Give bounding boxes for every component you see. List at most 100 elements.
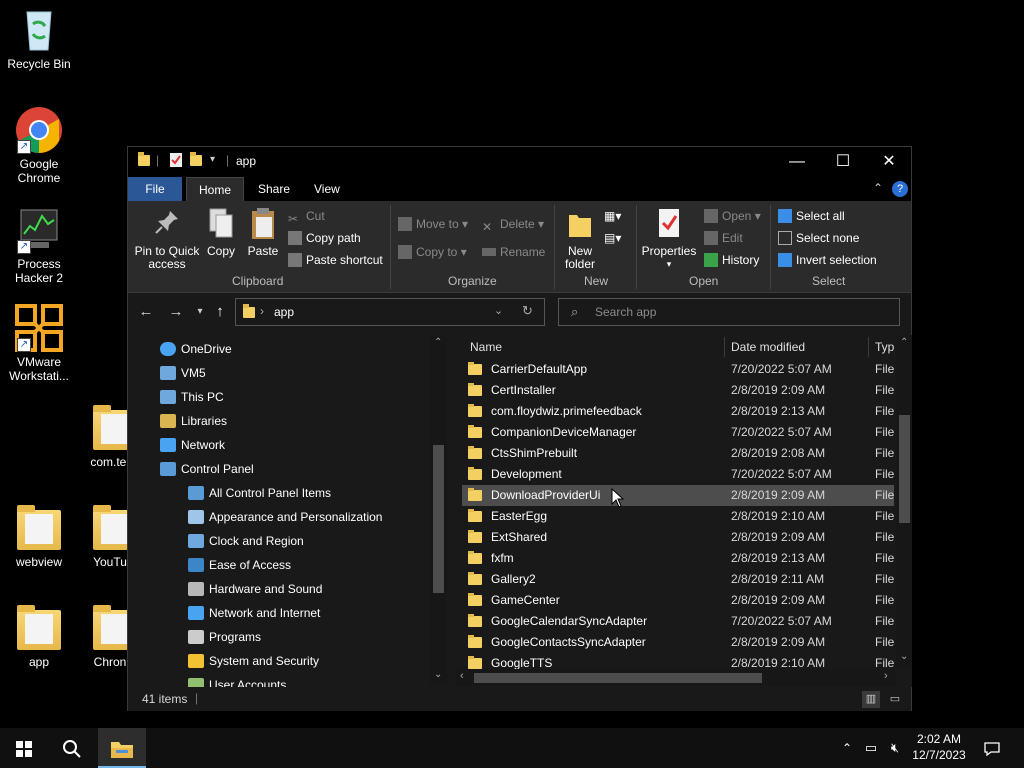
file-row[interactable]: GoogleContactsSyncAdapter 2/8/2019 2:09 A…: [462, 632, 894, 653]
customize-toolbar-icon[interactable]: ▾: [210, 154, 215, 165]
file-row[interactable]: EasterEgg 2/8/2019 2:10 AM File: [462, 506, 894, 527]
collapse-ribbon-icon[interactable]: ⌃: [873, 181, 883, 195]
column-header-type[interactable]: Typ: [875, 340, 894, 354]
nav-tree-item[interactable]: VM5: [128, 361, 428, 385]
desktop-icon-recycle-bin[interactable]: Recycle Bin: [0, 6, 78, 71]
properties-quick-icon[interactable]: [170, 153, 182, 170]
search-taskbar-button[interactable]: [54, 728, 90, 768]
new-folder-quick-icon[interactable]: [190, 152, 202, 169]
column-header-date-modified[interactable]: Date modified: [731, 340, 805, 354]
file-row[interactable]: DownloadProviderUi 2/8/2019 2:09 AM File: [462, 485, 894, 506]
pin-to-quick-access-button[interactable]: Pin to Quick access: [132, 207, 202, 271]
nav-tree-item[interactable]: Hardware and Sound: [128, 577, 428, 601]
file-row[interactable]: fxfm 2/8/2019 2:13 AM File: [462, 548, 894, 569]
tab-share[interactable]: Share: [246, 177, 302, 201]
tab-home[interactable]: Home: [186, 177, 245, 201]
address-dropdown-button[interactable]: ⌄: [494, 304, 503, 317]
scroll-down-icon[interactable]: ⌄: [434, 669, 442, 680]
file-row[interactable]: Gallery2 2/8/2019 2:11 AM File: [462, 569, 894, 590]
scroll-up-icon[interactable]: ⌃: [434, 337, 442, 348]
nav-pane-scrollbar[interactable]: ⌃ ⌄: [430, 335, 447, 685]
invert-selection-button[interactable]: Invert selection: [778, 253, 877, 267]
nav-tree-item[interactable]: OneDrive: [128, 337, 428, 361]
properties-button[interactable]: Properties ▾: [640, 207, 698, 271]
nav-pane-scroll-thumb[interactable]: [433, 445, 444, 593]
notifications-icon[interactable]: [980, 728, 1004, 768]
file-row[interactable]: CertInstaller 2/8/2019 2:09 AM File: [462, 380, 894, 401]
large-icons-view-button[interactable]: ▭: [886, 691, 904, 708]
history-button[interactable]: History: [704, 253, 759, 267]
search-box[interactable]: ⌕: [558, 298, 900, 326]
nav-tree-item[interactable]: Ease of Access: [128, 553, 428, 577]
file-row[interactable]: GoogleCalendarSyncAdapter 7/20/2022 5:07 …: [462, 611, 894, 632]
nav-tree-item[interactable]: User Accounts: [128, 673, 428, 687]
file-row[interactable]: Development 7/20/2022 5:07 AM File: [462, 464, 894, 485]
details-view-button[interactable]: ▥: [862, 691, 880, 708]
nav-tree-item[interactable]: Control Panel: [128, 457, 428, 481]
move-to-button[interactable]: Move to ▾: [398, 217, 468, 231]
nav-tree-item[interactable]: Programs: [128, 625, 428, 649]
rename-button[interactable]: Rename: [482, 245, 545, 259]
forward-button[interactable]: →: [164, 302, 188, 322]
maximize-button[interactable]: ☐: [820, 147, 866, 177]
copy-button[interactable]: Copy: [204, 207, 238, 258]
file-list-scroll-thumb[interactable]: [899, 415, 910, 523]
refresh-button[interactable]: ↻: [522, 303, 533, 319]
edit-button[interactable]: Edit: [704, 231, 743, 245]
show-hidden-icons-button[interactable]: ⌃: [838, 728, 856, 768]
copy-path-button[interactable]: Copy path: [288, 231, 361, 245]
scroll-left-icon[interactable]: ‹: [460, 670, 464, 682]
new-item-icon[interactable]: ▦▾: [604, 209, 621, 223]
nav-tree-item[interactable]: Network and Internet: [128, 601, 428, 625]
up-button[interactable]: ↑: [208, 302, 232, 322]
tab-view[interactable]: View: [302, 177, 352, 201]
file-row[interactable]: ExtShared 2/8/2019 2:09 AM File: [462, 527, 894, 548]
title-bar[interactable]: | ▾ | app — ☐ ✕: [128, 147, 911, 177]
file-row[interactable]: CompanionDeviceManager 7/20/2022 5:07 AM F…: [462, 422, 894, 443]
new-folder-button[interactable]: New folder: [560, 207, 600, 271]
volume-muted-icon[interactable]: 🔇︎: [884, 728, 906, 768]
paste-shortcut-button[interactable]: Paste shortcut: [288, 253, 383, 267]
file-list-hscrollbar[interactable]: ‹ ›: [456, 669, 896, 686]
paste-button[interactable]: Paste: [244, 207, 282, 258]
desktop-icon-app[interactable]: app: [0, 604, 78, 669]
scroll-right-icon[interactable]: ›: [884, 670, 888, 682]
tab-file[interactable]: File: [128, 177, 182, 201]
close-button[interactable]: ✕: [866, 147, 912, 177]
desktop-icon-chrome[interactable]: ↗ Google Chrome: [0, 106, 78, 185]
help-icon[interactable]: ?: [892, 181, 908, 197]
system-clock[interactable]: 2:02 AM 12/7/2023: [907, 731, 971, 763]
nav-tree-item[interactable]: Appearance and Personalization: [128, 505, 428, 529]
back-button[interactable]: ←: [134, 302, 158, 322]
select-none-button[interactable]: Select none: [778, 231, 859, 245]
file-row[interactable]: GameCenter 2/8/2019 2:09 AM File: [462, 590, 894, 611]
select-all-button[interactable]: Select all: [778, 209, 845, 223]
open-button[interactable]: Open ▾: [704, 209, 761, 223]
nav-tree-item[interactable]: Clock and Region: [128, 529, 428, 553]
scroll-up-icon[interactable]: ⌃: [900, 337, 908, 348]
column-header-name[interactable]: Name: [470, 340, 502, 354]
file-row[interactable]: CtsShimPrebuilt 2/8/2019 2:08 AM File: [462, 443, 894, 464]
nav-tree-item[interactable]: All Control Panel Items: [128, 481, 428, 505]
file-row[interactable]: com.floydwiz.primefeedback 2/8/2019 2:13 …: [462, 401, 894, 422]
file-list-hscroll-thumb[interactable]: [474, 673, 762, 683]
address-bar[interactable]: › app ⌄ ↻: [235, 298, 545, 326]
nav-tree-item[interactable]: Network: [128, 433, 428, 457]
nav-tree-item[interactable]: This PC: [128, 385, 428, 409]
copy-to-button[interactable]: Copy to ▾: [398, 245, 467, 259]
delete-button[interactable]: ✕ Delete ▾: [482, 217, 544, 234]
desktop-icon-vmware[interactable]: ↗ VMware Workstati...: [0, 304, 78, 383]
easy-access-icon[interactable]: ▤▾: [604, 231, 621, 245]
start-button[interactable]: [6, 728, 42, 768]
network-tray-icon[interactable]: ▭: [860, 728, 882, 768]
desktop-icon-process-hacker[interactable]: ↗ Process Hacker 2: [0, 206, 78, 285]
scroll-down-icon[interactable]: ⌄: [900, 651, 908, 662]
cut-button[interactable]: ✂ Cut: [288, 209, 325, 226]
file-row[interactable]: CarrierDefaultApp 7/20/2022 5:07 AM File: [462, 359, 894, 380]
nav-tree-item[interactable]: System and Security: [128, 649, 428, 673]
nav-tree-item[interactable]: Libraries: [128, 409, 428, 433]
file-list-scrollbar[interactable]: ⌃ ⌄: [896, 335, 912, 669]
minimize-button[interactable]: —: [774, 147, 820, 177]
file-explorer-taskbar-button[interactable]: [98, 728, 146, 768]
desktop-icon-webview[interactable]: webview: [0, 504, 78, 569]
